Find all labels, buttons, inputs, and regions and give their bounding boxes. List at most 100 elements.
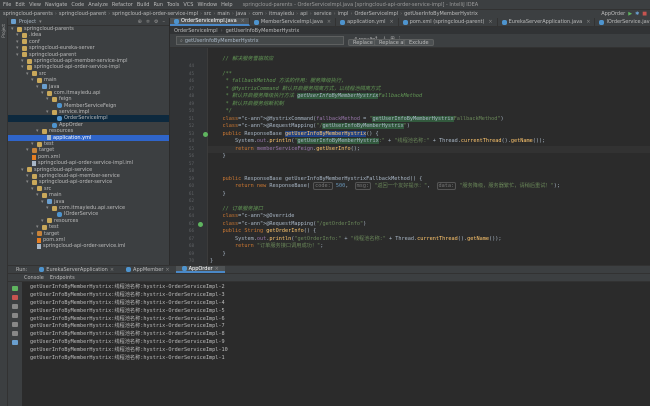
stop-icon[interactable]: ■ xyxy=(642,11,647,17)
editor-tab[interactable]: EurekaServerApplication.java × xyxy=(498,18,596,26)
close-icon[interactable]: × xyxy=(110,267,114,273)
code-line[interactable]: return "订单服务接口调用成功！"; xyxy=(210,243,323,250)
nav-crumb[interactable]: OrderServiceImpl xyxy=(354,11,398,17)
menu-item[interactable]: Edit xyxy=(15,2,25,8)
close-icon[interactable]: × xyxy=(215,266,219,272)
hide-icon[interactable]: – xyxy=(163,19,166,25)
menu-item[interactable]: VCS xyxy=(183,2,193,8)
code-line[interactable]: */ xyxy=(210,108,232,115)
search-input[interactable]: ⌕ getUserInfoByMemberHystrix xyxy=(176,36,344,45)
close-icon[interactable]: × xyxy=(165,267,169,273)
code-line[interactable]: * @HystrixCommand 默认开启服务隔离方式，以线程池隔离方式 xyxy=(210,86,381,93)
menu-item[interactable]: Help xyxy=(221,2,232,8)
nav-crumb[interactable]: service xyxy=(314,11,332,17)
nav-crumb[interactable]: src xyxy=(204,11,211,17)
menu-item[interactable]: Window xyxy=(197,2,217,8)
code-line[interactable]: // 订单服务接口 xyxy=(210,206,263,213)
menu-item[interactable]: Tools xyxy=(167,2,179,8)
code-editor[interactable]: // 解决服务雪崩效应 /** * fallbackMethod 方法的作用：服… xyxy=(208,48,650,265)
menu-item[interactable]: Code xyxy=(71,2,84,8)
code-line[interactable]: } xyxy=(210,191,225,198)
nav-crumb[interactable]: com xyxy=(252,11,263,17)
rerun-icon[interactable] xyxy=(12,286,18,291)
code-line[interactable]: } xyxy=(210,251,225,258)
code-line[interactable]: public ResponseBase getUserInfoByMemberH… xyxy=(210,130,379,138)
close-icon[interactable]: × xyxy=(586,19,590,25)
implements-icon[interactable] xyxy=(198,221,203,227)
editor-tab[interactable]: pom.xml (springcloud-parent) × xyxy=(399,18,498,26)
nav-crumb[interactable]: java xyxy=(236,11,246,17)
code-line[interactable]: public String getOrderInfo() { xyxy=(210,228,317,235)
code-line[interactable]: * fallbackMethod 方法的作用：服务降级执行， xyxy=(210,78,347,85)
nav-crumb[interactable]: springcloud-parent xyxy=(59,11,106,17)
code-line[interactable]: class="c-ann">@Override xyxy=(210,213,295,220)
editor-tab[interactable]: application.yml × xyxy=(336,18,399,26)
code-line[interactable]: System.out.println("getUserInfoByMemberH… xyxy=(210,138,545,145)
menu-item[interactable]: Navigate xyxy=(45,2,67,8)
close-icon[interactable]: × xyxy=(327,19,331,25)
run-config-icon xyxy=(126,267,132,272)
run-configuration[interactable]: AppOrder ▶ ✱ ■ xyxy=(601,11,647,17)
code-line[interactable]: System.out.println("getOrderInfo:" + "线程… xyxy=(210,236,502,243)
run-tab[interactable]: AppOrder × xyxy=(175,266,225,273)
nav-crumb[interactable]: api xyxy=(300,11,308,17)
code-line[interactable]: // 解决服务雪崩效应 xyxy=(210,56,273,63)
debug-icon[interactable]: ✱ xyxy=(635,11,639,17)
code-line[interactable]: } xyxy=(210,258,213,265)
menu-item[interactable]: Refactor xyxy=(112,2,133,8)
gear-icon[interactable]: ⚙ xyxy=(154,19,158,25)
code-line[interactable]: class="c-ann">@RequestMapping("/getOrder… xyxy=(210,221,367,228)
code-line[interactable]: * 默认开启服务熔断机制 xyxy=(210,101,284,108)
nav-crumb[interactable]: getUserInfoByMemberHystrix xyxy=(404,11,478,17)
line-number: 66 xyxy=(188,228,194,233)
nav-crumb[interactable]: main xyxy=(217,11,230,17)
code-line[interactable]: } xyxy=(210,153,225,160)
editor-tab[interactable]: IOrderService.java× xyxy=(595,18,650,26)
code-line[interactable]: * 默认开启服务降级执行方法 getUserInfoByMemberHystri… xyxy=(210,93,422,100)
close-icon[interactable]: × xyxy=(488,19,492,25)
code-line[interactable]: return new ResponseBase( code: 500, msg:… xyxy=(210,182,560,190)
menu-item[interactable]: View xyxy=(29,2,41,8)
scroll-end-icon[interactable] xyxy=(12,313,18,318)
nav-crumb[interactable]: itmayiedu xyxy=(269,11,294,17)
collapse-icon[interactable]: ≑ xyxy=(146,19,150,25)
java-class-icon xyxy=(402,19,408,25)
tree-item[interactable]: springcloud-api-order-service.iml xyxy=(8,243,169,249)
nav-crumb[interactable]: springcloud-api-order-service-impl xyxy=(112,11,198,17)
menu-item[interactable]: File xyxy=(3,2,11,8)
code-line[interactable]: /** xyxy=(210,71,231,78)
exclude-button[interactable]: Exclude xyxy=(404,39,434,46)
run-icon[interactable]: ▶ xyxy=(628,11,632,17)
globe-icon[interactable]: ⊕ xyxy=(138,19,142,25)
run-config-label[interactable]: AppOrder xyxy=(601,11,625,17)
project-tool-label[interactable]: Project xyxy=(1,24,6,38)
editor-tab[interactable]: OrderServiceImpl.java × xyxy=(170,18,250,26)
code-line[interactable]: class="c-ann">@RequestMapping("/getUserI… xyxy=(210,123,410,130)
tab-endpoints[interactable]: Endpoints xyxy=(50,275,75,281)
stop-icon[interactable] xyxy=(12,295,18,300)
print-icon[interactable] xyxy=(12,322,18,327)
tab-console[interactable]: Console xyxy=(24,275,44,281)
menu-item[interactable]: Run xyxy=(153,2,163,8)
editor-tab[interactable]: MemberServiceImpl.java × xyxy=(250,18,337,26)
restore-layout-icon[interactable] xyxy=(12,304,18,309)
chevron-down-icon[interactable]: ▾ xyxy=(39,19,42,25)
code-line[interactable]: return memberServiceFeign.getUserInfo(); xyxy=(208,145,650,153)
menu-item[interactable]: Analyze xyxy=(88,2,108,8)
breadcrumb-item[interactable]: OrderServiceImpl xyxy=(174,28,218,34)
find-bar: ⌕ getUserInfoByMemberHystrix 4 results ↑… xyxy=(170,34,650,48)
run-tab[interactable]: EurekaServerApplication × xyxy=(33,266,120,273)
close-icon[interactable]: × xyxy=(390,19,394,25)
tree-item-label: springcloud-api-order-service-impl xyxy=(34,64,120,71)
breadcrumb-item[interactable]: getUserInfoByMemberHystrix xyxy=(226,28,300,34)
console-output[interactable]: getUserInfoByMemberHystrix:线程池名称:hystrix… xyxy=(30,284,650,404)
menu-item[interactable]: Build xyxy=(137,2,150,8)
close-icon[interactable]: × xyxy=(241,18,245,24)
project-panel-title[interactable]: Project xyxy=(19,19,36,25)
code-line[interactable]: class="c-ann">@HystrixCommand(fallbackMe… xyxy=(210,115,504,123)
nav-crumb[interactable]: springcloud-parents xyxy=(3,11,53,17)
pin-icon[interactable] xyxy=(12,340,18,345)
delete-icon[interactable] xyxy=(12,331,18,336)
nav-crumb[interactable]: impl xyxy=(338,11,349,17)
run-tab[interactable]: AppMember × xyxy=(120,266,176,273)
